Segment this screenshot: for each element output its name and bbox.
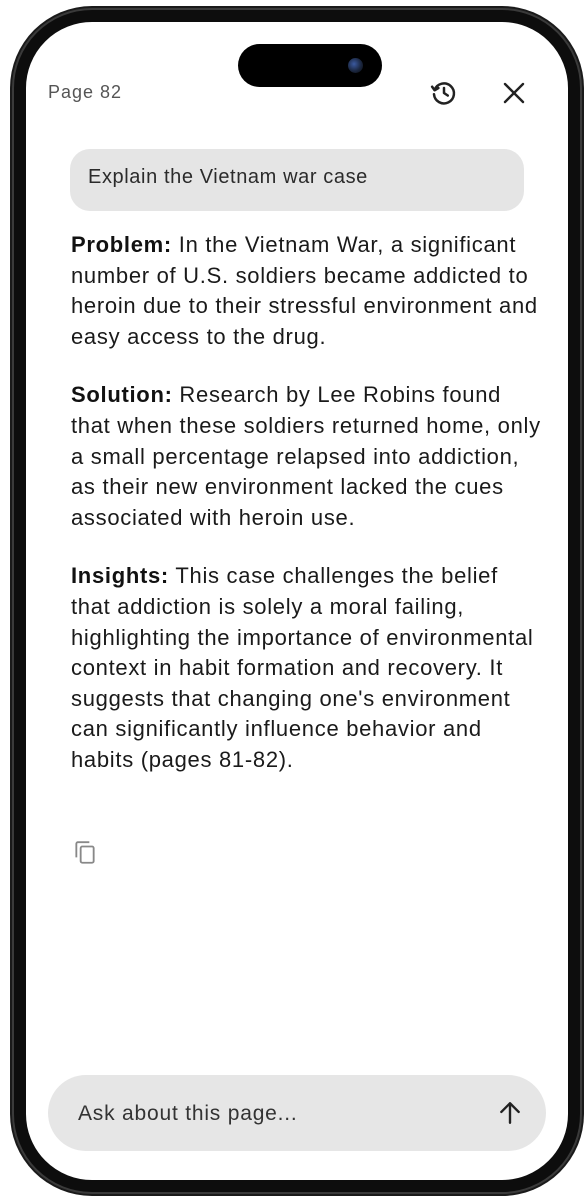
close-icon — [503, 82, 525, 104]
phone-screen: Page 82 Explain the Vietnam war case Pro… — [14, 10, 580, 1192]
composer — [48, 1075, 546, 1153]
response-section-problem: Problem: In the Vietnam War, a significa… — [71, 230, 541, 352]
ask-input[interactable] — [76, 1075, 470, 1153]
user-message-text: Explain the Vietnam war case — [88, 166, 368, 188]
front-camera — [348, 58, 363, 73]
send-button[interactable] — [494, 1097, 526, 1129]
response-section-insights: Insights: This case challenges the belie… — [71, 561, 541, 775]
response-section-solution: Solution: Research by Lee Robins found t… — [71, 380, 541, 533]
page-label: Page 82 — [48, 82, 123, 102]
copy-button[interactable] — [72, 840, 98, 866]
section-heading: Problem: — [71, 232, 172, 257]
user-message-bubble: Explain the Vietnam war case — [70, 149, 524, 211]
arrow-up-icon — [500, 1102, 520, 1124]
section-text: This case challenges the belief that add… — [71, 563, 534, 772]
close-button[interactable] — [497, 76, 531, 110]
section-heading: Solution: — [71, 382, 173, 408]
assistant-response: Problem: In the Vietnam War, a significa… — [71, 230, 541, 804]
copy-icon — [75, 841, 95, 864]
dynamic-island — [238, 44, 382, 87]
history-icon — [430, 82, 456, 105]
history-button[interactable] — [427, 76, 461, 110]
section-heading: Insights: — [71, 563, 169, 589]
